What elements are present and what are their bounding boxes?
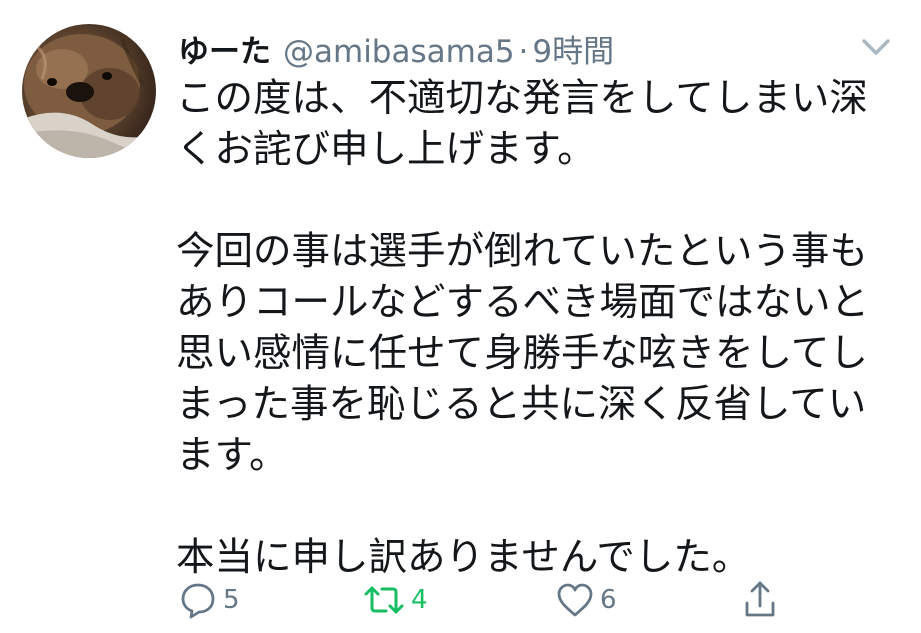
reply-icon <box>181 583 215 619</box>
reply-count: 5 <box>223 585 240 615</box>
heart-icon <box>557 583 593 617</box>
dog-avatar <box>22 34 156 158</box>
action-bar: 5 4 6 <box>0 575 921 625</box>
share-button[interactable] <box>742 575 778 625</box>
reply-button[interactable]: 5 <box>178 575 240 625</box>
text-line: まった事を恥じると共に深く反省してい <box>176 382 867 427</box>
like-count: 6 <box>600 585 617 615</box>
tweet-paragraph: この度は、不適切な発言をしてしまい深 くお詫び申し上げます。 <box>176 73 906 175</box>
tweet-paragraph: 今回の事は選手が倒れていたという事も ありコールなどするべき場面ではないと 思い… <box>176 226 906 481</box>
tweet-header: ゆーた @amibasama5 · 9時間 <box>178 26 614 71</box>
text-line: ます。 <box>176 433 288 478</box>
display-name[interactable]: ゆーた <box>178 26 271 71</box>
user-handle[interactable]: @amibasama5 <box>283 34 515 70</box>
share-icon <box>745 581 775 617</box>
chevron-down-icon[interactable] <box>858 34 894 60</box>
timestamp[interactable]: 9時間 <box>532 26 614 71</box>
retweet-button[interactable]: 4 <box>362 575 428 625</box>
tweet: ゆーた @amibasama5 · 9時間 この度は、不適切な発言をしてしまい深… <box>0 0 921 633</box>
text-line: この度は、不適切な発言をしてしまい深 <box>176 76 868 121</box>
text-line: 思い感情に任せて身勝手な呟きをしてし <box>176 331 868 376</box>
avatar[interactable] <box>22 24 156 158</box>
text-line: 今回の事は選手が倒れていたという事も <box>176 229 868 274</box>
text-line: ありコールなどするべき場面ではないと <box>176 280 870 325</box>
like-button[interactable]: 6 <box>555 575 617 625</box>
tweet-text: この度は、不適切な発言をしてしまい深 くお詫び申し上げます。 今回の事は選手が倒… <box>176 73 906 583</box>
separator-dot: · <box>518 34 529 70</box>
retweet-icon <box>364 586 404 614</box>
text-line: くお詫び申し上げます。 <box>176 127 596 172</box>
retweet-count: 4 <box>411 585 428 615</box>
